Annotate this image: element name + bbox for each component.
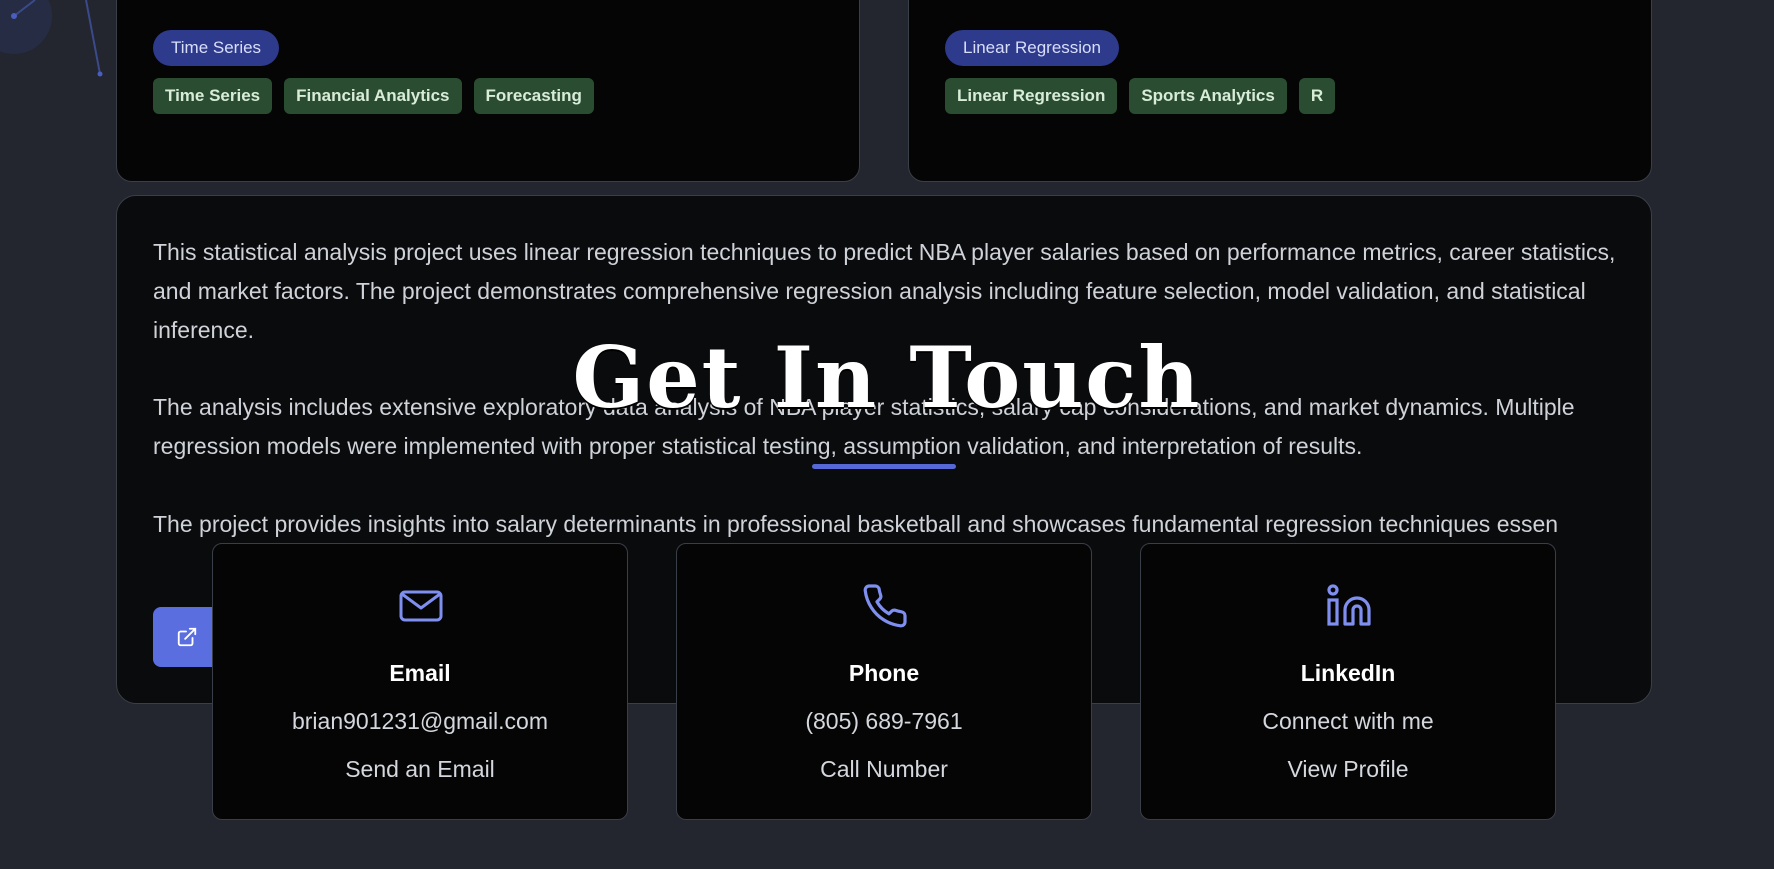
external-link-icon	[177, 627, 197, 647]
category-pill: Time Series	[153, 30, 280, 66]
project-description-paragraph: The project provides insights into salar…	[153, 511, 1559, 537]
contact-card-phone[interactable]: Phone (805) 689-7961 Call Number	[676, 543, 1092, 820]
contact-value: brian901231@gmail.com	[291, 708, 549, 734]
project-card-time-series[interactable]: Time Series Time Series Financial Analyt…	[116, 0, 860, 182]
contact-value: Connect with me	[1262, 708, 1434, 734]
tag-list: Time Series Financial Analytics Forecast…	[153, 78, 594, 114]
mail-icon	[399, 590, 443, 622]
section-title: Get In Touch	[572, 328, 1202, 427]
contact-card-email[interactable]: Email brian901231@gmail.com Send an Emai…	[212, 543, 628, 820]
contact-card-linkedin[interactable]: LinkedIn Connect with me View Profile	[1140, 543, 1556, 820]
category-pill: Linear Regression	[945, 30, 1119, 66]
contact-value: (805) 689-7961	[805, 708, 963, 734]
contact-title: LinkedIn	[1300, 660, 1396, 686]
tag: Forecasting	[473, 78, 594, 114]
phone-icon	[863, 584, 907, 628]
project-card-linear-regression[interactable]: Linear Regression Linear Regression Spor…	[908, 0, 1652, 182]
contact-title: Email	[389, 660, 451, 686]
tag: R	[1298, 78, 1336, 114]
linkedin-icon	[1327, 584, 1371, 626]
tag: Financial Analytics	[284, 78, 462, 114]
view-profile-link[interactable]: View Profile	[1141, 754, 1555, 784]
title-underline	[812, 464, 956, 469]
tag: Time Series	[153, 78, 273, 114]
contact-title: Phone	[848, 660, 920, 686]
tag: Sports Analytics	[1129, 78, 1287, 114]
send-email-link[interactable]: Send an Email	[213, 754, 627, 784]
tag-list: Linear Regression Sports Analytics R	[945, 78, 1336, 114]
call-number-link[interactable]: Call Number	[677, 754, 1091, 784]
tag: Linear Regression	[945, 78, 1118, 114]
